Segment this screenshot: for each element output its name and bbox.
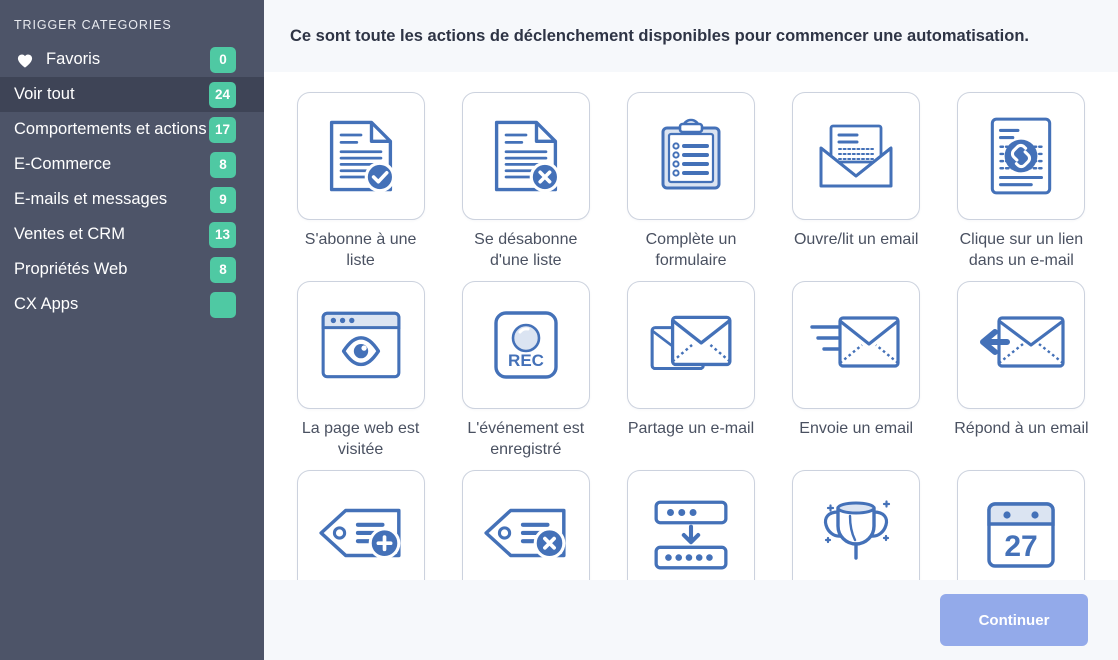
trigger-card[interactable]: Complète un formulaire: [608, 82, 773, 271]
record-rec-icon: REC: [461, 281, 590, 410]
sidebar-nav: Favoris 0 Voir tout 24 Comportements et acti…: [0, 42, 264, 322]
clipboard-form-icon: [626, 92, 755, 220]
trigger-card[interactable]: Clique sur un lien dans un e-mail: [939, 82, 1104, 271]
trigger-card[interactable]: [278, 460, 443, 580]
sidebar-item-e-commerce[interactable]: E-Commerce 8: [0, 147, 264, 182]
main-footer: Continuer: [264, 580, 1118, 660]
trigger-card[interactable]: Envoie un email: [774, 271, 939, 460]
document-x-icon: [461, 92, 590, 220]
trigger-card[interactable]: Se désabonne d'une liste: [443, 82, 608, 271]
sidebar-item-count-badge: 17: [208, 116, 236, 143]
trigger-card-label: S'abonne à une liste: [304, 231, 417, 270]
sidebar-item-favoris[interactable]: Favoris 0: [0, 42, 264, 77]
trigger-grid: S'abonne à une liste Se désabonne d'une …: [278, 82, 1104, 580]
sidebar-item-e-mails-et-messages[interactable]: E-mails et messages 9: [0, 182, 264, 217]
share-envelope-icon: [626, 281, 755, 410]
trigger-card-label: Complète un formulaire: [645, 231, 737, 270]
trigger-card[interactable]: Partage un e-mail: [608, 271, 773, 460]
sidebar-item-count-badge: 24: [208, 81, 236, 108]
list-download-icon: [626, 470, 755, 580]
trigger-card-label: Se désabonne d'une liste: [474, 231, 578, 270]
main-header: Ce sont toute les actions de déclencheme…: [264, 0, 1118, 72]
sidebar-item-count-badge: 13: [208, 221, 236, 248]
sidebar-item-count-badge: 8: [210, 151, 236, 178]
trigger-card[interactable]: Ouvre/lit un email: [774, 82, 939, 271]
sidebar-item-cx-apps[interactable]: CX Apps: [0, 287, 264, 322]
automation-trigger-picker: TRIGGER CATEGORIES Favoris 0 Voir tout 24 Co…: [0, 0, 1118, 660]
reply-envelope-icon: [957, 281, 1086, 410]
sidebar: TRIGGER CATEGORIES Favoris 0 Voir tout 24 Co…: [0, 0, 264, 660]
browser-eye-icon: [296, 281, 425, 410]
sidebar-item-voir-tout[interactable]: Voir tout 24: [0, 77, 264, 112]
document-check-icon: [296, 92, 425, 220]
trigger-card[interactable]: 27: [939, 460, 1104, 580]
sidebar-item-count-badge: 9: [210, 186, 236, 213]
open-envelope-icon: [792, 92, 921, 220]
heart-icon: [14, 50, 36, 70]
document-link-icon: [957, 92, 1086, 220]
continue-button[interactable]: Continuer: [940, 594, 1088, 646]
sidebar-title: TRIGGER CATEGORIES: [14, 18, 172, 32]
sidebar-item-count-badge: 8: [210, 256, 236, 283]
trigger-card[interactable]: [443, 460, 608, 580]
svg-text:27: 27: [1005, 530, 1038, 563]
trigger-card[interactable]: La page web est visitée: [278, 271, 443, 460]
sidebar-item-propri-t-s-web[interactable]: Propriétés Web 8: [0, 252, 264, 287]
send-envelope-icon: [792, 281, 921, 410]
trigger-grid-scroll[interactable]: S'abonne à une liste Se désabonne d'une …: [264, 72, 1118, 580]
page-title: Ce sont toute les actions de déclencheme…: [290, 26, 1029, 45]
trigger-card-label: Répond à un email: [954, 420, 1089, 438]
main-panel: Ce sont toute les actions de déclencheme…: [264, 0, 1118, 660]
trigger-card[interactable]: [608, 460, 773, 580]
trigger-card[interactable]: Répond à un email: [939, 271, 1104, 460]
sidebar-item-count-badge: [210, 291, 236, 318]
sidebar-item-comportements-et-actions[interactable]: Comportements et actions 17: [0, 112, 264, 147]
trigger-card[interactable]: REC L'événement est enregistré: [443, 271, 608, 460]
trophy-icon: [792, 470, 921, 580]
trigger-card-label: Clique sur un lien dans un e-mail: [959, 231, 1084, 270]
trigger-card-label: Partage un e-mail: [627, 420, 755, 438]
tag-x-icon: [461, 470, 590, 580]
sidebar-item-count-badge: 0: [210, 46, 236, 73]
svg-text:REC: REC: [508, 351, 544, 370]
trigger-card-label: L'événement est enregistré: [467, 420, 585, 459]
trigger-card-label: Envoie un email: [799, 420, 914, 438]
tag-plus-icon: [296, 470, 425, 580]
trigger-card[interactable]: S'abonne à une liste: [278, 82, 443, 271]
trigger-card-label: Ouvre/lit un email: [793, 231, 919, 248]
trigger-card[interactable]: [774, 460, 939, 580]
trigger-card-label: La page web est visitée: [301, 420, 420, 459]
sidebar-item-ventes-et-crm[interactable]: Ventes et CRM 13: [0, 217, 264, 252]
calendar-27-icon: 27: [957, 470, 1086, 580]
